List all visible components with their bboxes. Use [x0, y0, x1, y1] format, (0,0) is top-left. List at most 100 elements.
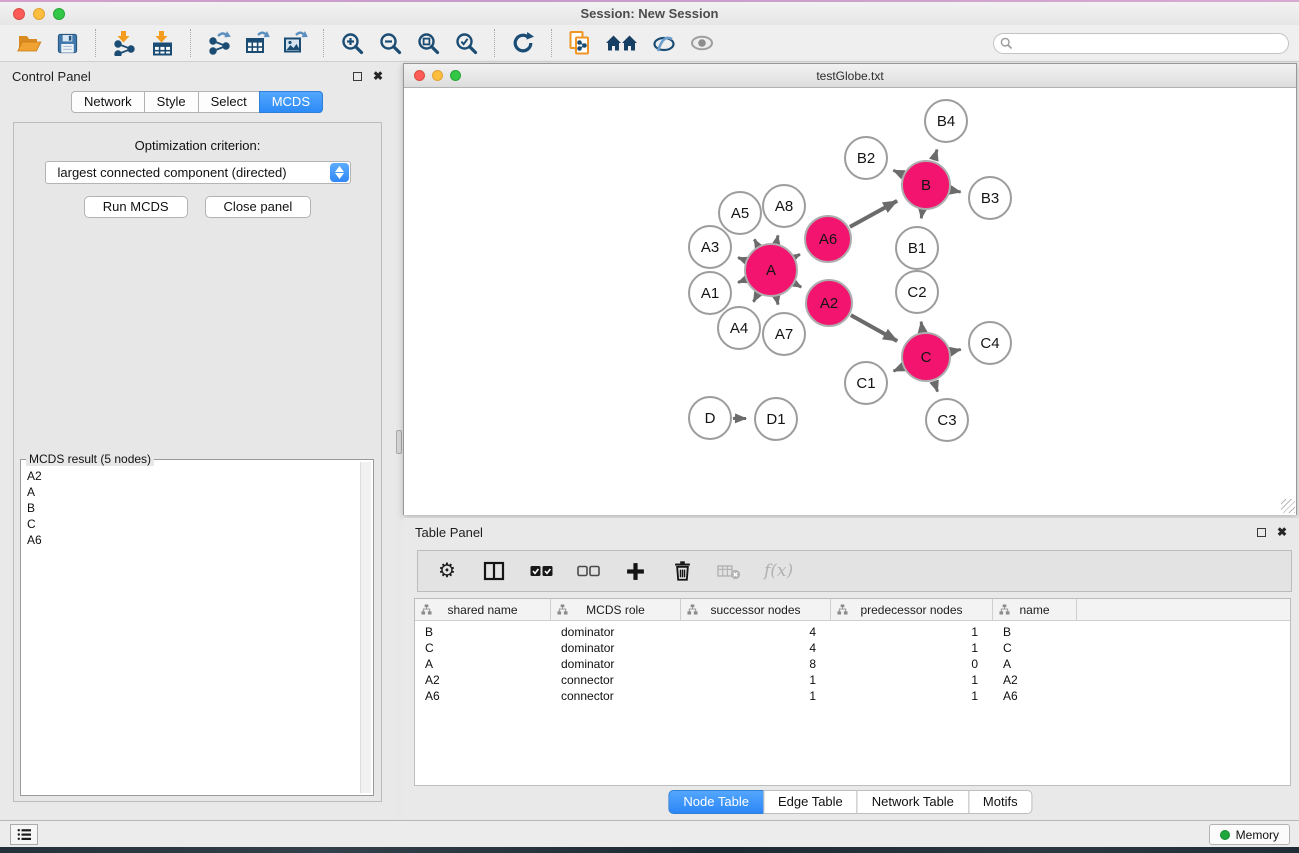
split-pane-handle[interactable]: [396, 430, 402, 454]
graph-node-A5[interactable]: A5: [719, 192, 761, 234]
table-row[interactable]: A6connector11A6: [415, 688, 1290, 704]
graph-node-A1[interactable]: A1: [689, 272, 731, 314]
column-header-filler: [1077, 599, 1290, 620]
table-cell: A: [415, 657, 551, 671]
delete-table-button[interactable]: [717, 562, 741, 580]
show-panel-list-button[interactable]: [10, 824, 38, 845]
zoom-out-button[interactable]: [375, 29, 405, 57]
tab-select[interactable]: Select: [198, 91, 260, 113]
graph-node-C2[interactable]: C2: [896, 271, 938, 313]
duplicate-network-button[interactable]: [565, 29, 595, 57]
resize-grip-icon[interactable]: [1281, 499, 1295, 513]
optimization-criterion-label: Optimization criterion:: [14, 138, 381, 153]
table-toolbar: ⚙: [417, 550, 1292, 592]
export-network-button[interactable]: [204, 29, 234, 57]
table-cell: C: [993, 641, 1077, 655]
tab-motifs[interactable]: Motifs: [968, 790, 1033, 814]
node-label: A4: [730, 320, 748, 337]
graph-node-B4[interactable]: B4: [925, 100, 967, 142]
column-header-shared-name[interactable]: shared name: [415, 599, 551, 620]
float-panel-icon[interactable]: [353, 72, 362, 81]
graph-node-B[interactable]: B: [902, 161, 950, 209]
table-settings-button[interactable]: ⚙: [435, 561, 459, 581]
save-session-button[interactable]: [52, 29, 82, 57]
result-item[interactable]: C: [27, 516, 359, 532]
graph-node-D[interactable]: D: [689, 397, 731, 439]
graph-node-C3[interactable]: C3: [926, 399, 968, 441]
table-panel-title: Table Panel: [415, 525, 483, 540]
table-row[interactable]: Adominator80A: [415, 656, 1290, 672]
close-panel-icon[interactable]: ✖: [1277, 526, 1287, 538]
graph-node-D1[interactable]: D1: [755, 398, 797, 440]
edge-C-C2: [921, 322, 922, 332]
graph-node-B1[interactable]: B1: [896, 227, 938, 269]
create-column-button[interactable]: [623, 561, 647, 582]
table-row[interactable]: Cdominator41C: [415, 640, 1290, 656]
zoom-in-button[interactable]: [337, 29, 367, 57]
delete-column-button[interactable]: [670, 559, 694, 583]
graph-node-A2[interactable]: A2: [806, 280, 852, 326]
graph-node-A7[interactable]: A7: [763, 313, 805, 355]
export-table-button[interactable]: [242, 29, 272, 57]
graph-node-A4[interactable]: A4: [718, 307, 760, 349]
graph-node-B2[interactable]: B2: [845, 137, 887, 179]
edge-A-A3: [738, 258, 745, 261]
table-cell: connector: [551, 689, 681, 703]
tab-network[interactable]: Network: [71, 91, 145, 113]
tab-edge-table[interactable]: Edge Table: [763, 790, 858, 814]
home-pair-button[interactable]: [603, 29, 641, 57]
memory-button[interactable]: Memory: [1209, 824, 1290, 845]
result-item[interactable]: A: [27, 484, 359, 500]
tab-network-table[interactable]: Network Table: [857, 790, 969, 814]
close-panel-button[interactable]: Close panel: [205, 196, 312, 218]
column-visibility-button[interactable]: [482, 560, 506, 583]
refresh-button[interactable]: [508, 29, 538, 57]
run-mcds-button[interactable]: Run MCDS: [84, 196, 188, 218]
import-table-button[interactable]: [147, 29, 177, 57]
eye-slash-button[interactable]: [649, 29, 679, 57]
graph-node-A8[interactable]: A8: [763, 185, 805, 227]
select-all-rows-button[interactable]: [529, 565, 553, 577]
table-cell: 1: [681, 673, 831, 687]
eye-button[interactable]: [687, 29, 717, 57]
node-label: C1: [856, 375, 875, 392]
tab-mcds[interactable]: MCDS: [259, 91, 323, 113]
close-panel-icon[interactable]: ✖: [373, 70, 383, 82]
graph-node-C4[interactable]: C4: [969, 322, 1011, 364]
column-header-name[interactable]: name: [993, 599, 1077, 620]
column-type-icon: [837, 604, 848, 618]
table-row[interactable]: A2connector11A2: [415, 672, 1290, 688]
zoom-selected-icon: [454, 31, 479, 56]
home-pair-icon: [605, 30, 639, 56]
tab-node-table[interactable]: Node Table: [668, 790, 764, 814]
table-row[interactable]: Bdominator41B: [415, 624, 1290, 640]
network-window-titlebar[interactable]: testGlobe.txt: [404, 64, 1296, 88]
zoom-fit-button[interactable]: [413, 29, 443, 57]
result-item[interactable]: B: [27, 500, 359, 516]
graph-node-C[interactable]: C: [902, 333, 950, 381]
edge-A-A8: [777, 235, 778, 242]
result-item[interactable]: A2: [27, 468, 359, 484]
graph-node-A[interactable]: A: [745, 244, 797, 296]
network-canvas[interactable]: AA6 A2 B C A5A8 A3A1 A4 A7 B2 B4B3 B1C2 C4 C1 C3 D D1: [404, 89, 1296, 515]
optimization-criterion-select[interactable]: largest connected component (directed): [45, 161, 351, 184]
deselect-all-rows-button[interactable]: [576, 565, 600, 577]
export-image-button[interactable]: [280, 29, 310, 57]
search-input[interactable]: [993, 33, 1289, 54]
column-header-successor-nodes[interactable]: successor nodes: [681, 599, 831, 620]
function-builder-button[interactable]: f(x): [764, 561, 793, 581]
graph-node-A3[interactable]: A3: [689, 226, 731, 268]
open-session-button[interactable]: [14, 29, 44, 57]
column-header-predecessor-nodes[interactable]: predecessor nodes: [831, 599, 993, 620]
graph-node-A6[interactable]: A6: [805, 216, 851, 262]
graph-node-B3[interactable]: B3: [969, 177, 1011, 219]
graph-node-C1[interactable]: C1: [845, 362, 887, 404]
tab-style[interactable]: Style: [144, 91, 199, 113]
zoom-selected-button[interactable]: [451, 29, 481, 57]
memory-label: Memory: [1236, 828, 1279, 842]
result-scrollbar[interactable]: [360, 462, 371, 793]
column-header-MCDS-role[interactable]: MCDS role: [551, 599, 681, 620]
float-panel-icon[interactable]: [1257, 528, 1266, 537]
import-network-button[interactable]: [109, 29, 139, 57]
result-item[interactable]: A6: [27, 532, 359, 548]
